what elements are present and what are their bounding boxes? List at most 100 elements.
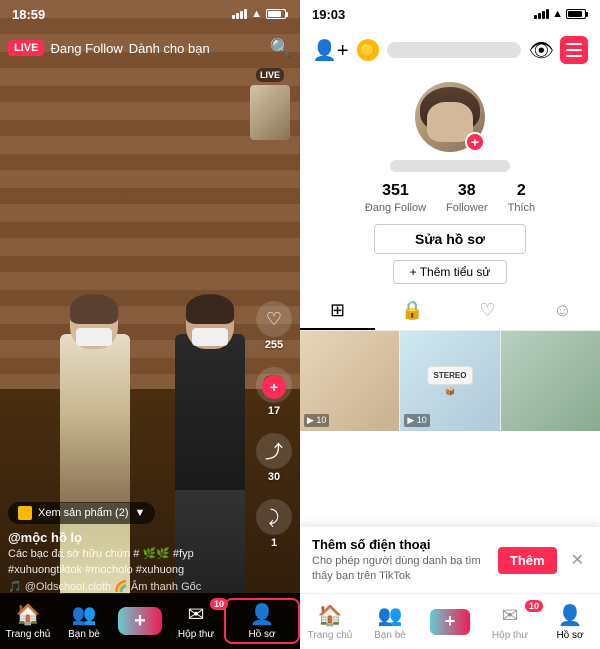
signal-right-icon (534, 9, 549, 19)
video-hashtags: Các bạc đá sờ hữu chứn # 🌿🌿 #fyp (8, 547, 250, 560)
avatar-plus-icon[interactable]: + (465, 132, 485, 152)
thumb-item-3[interactable] (501, 331, 600, 431)
status-time-left: 18:59 (12, 7, 45, 22)
add-phone-banner: Thêm số điện thoại Cho phép người dùng d… (300, 526, 600, 593)
followers-label: Follower (446, 202, 488, 214)
plus-icon: + (134, 610, 146, 633)
add-button-right[interactable]: + (430, 609, 470, 635)
tab-bar: ⊞ 🔒 ♡ ☺ (300, 292, 600, 331)
nav-profile-left[interactable]: 👤 Hồ sơ (224, 598, 300, 644)
status-icons-left: ▲ (232, 8, 288, 20)
nav-home-right[interactable]: 🏠 Trang chủ (300, 603, 360, 641)
top-bar-left: 👤+ 🟡 (312, 38, 379, 63)
home-icon: 🏠 (16, 602, 41, 627)
profile-icon: 👤 (250, 602, 275, 627)
coin-icon[interactable]: 🟡 (357, 39, 379, 61)
tab-tagged[interactable]: ☺ (525, 292, 600, 330)
followers-stat[interactable]: 38 Follower (446, 182, 488, 214)
likes-stat[interactable]: 2 Thích (508, 182, 536, 214)
save-button[interactable]: ⤸ 1 (256, 499, 292, 549)
live-corner-overlay: LIVE (250, 68, 290, 140)
username-field (387, 42, 521, 58)
video-duration-2: ▶ 10 (404, 414, 429, 427)
bottom-nav-left: 🏠 Trang chủ 👥 Bạn bè + ✉ Hộp thư 10 👤 Hồ… (0, 593, 300, 649)
lock-icon: 🔒 (401, 300, 423, 321)
add-bio-button[interactable]: + Thêm tiểu sử (393, 260, 508, 284)
thumb-stereo: STEREO 📦 (427, 366, 474, 396)
nav-friends-left[interactable]: 👥 Bạn bè (56, 602, 112, 640)
stats-row: 351 Đang Follow 38 Follower 2 Thích (365, 182, 535, 214)
add-phone-text: Thêm số điện thoại Cho phép người dùng d… (312, 537, 488, 583)
wifi-icon: ▲ (251, 8, 262, 20)
video-hashtags2: #xuhuongtiktok #mocholo #xuhuong (8, 564, 250, 576)
video-music: 🎵 @Oldschool.cloth 🌈 Âm thanh Gốc (8, 580, 250, 593)
signal-icon (232, 9, 247, 19)
right-panel: 19:03 ▲ 👤+ 🟡 👁 (300, 0, 600, 649)
menu-line-2 (566, 49, 582, 51)
battery-icon (266, 9, 288, 19)
following-count: 351 (382, 182, 409, 200)
live-mini-thumb[interactable] (250, 85, 290, 140)
nav-inbox-right-label: Hộp thư (492, 630, 528, 641)
tab-grid[interactable]: ⊞ (300, 292, 375, 330)
status-icons-right: ▲ (534, 8, 588, 20)
product-box: 📦 (427, 387, 474, 396)
person-right-head (186, 294, 234, 349)
inbox-right-icon: ✉ (502, 603, 519, 628)
nav-profile-right[interactable]: 👤 Hồ sơ (540, 603, 600, 641)
nav-inbox-right[interactable]: ✉ Hộp thư 10 (480, 603, 540, 641)
tab-liked[interactable]: ♡ (450, 292, 525, 330)
menu-button[interactable] (560, 36, 588, 64)
thumb-item-2[interactable]: STEREO 📦 ▶ 10 (400, 331, 499, 431)
nav-add-right[interactable]: + (420, 609, 480, 635)
top-bar-right-icons: 👁 (529, 36, 588, 64)
close-banner-button[interactable]: ✕ (567, 550, 588, 570)
person-right-mask (192, 328, 228, 346)
edit-profile-button[interactable]: Sửa hồ sơ (374, 224, 526, 254)
following-stat[interactable]: 351 Đang Follow (365, 182, 426, 214)
share-button[interactable]: ⤴ 30 (256, 433, 292, 483)
home-right-icon: 🏠 (318, 603, 343, 628)
eye-icon[interactable]: 👁 (529, 38, 554, 63)
share-count: 30 (268, 471, 280, 483)
like-count: 255 (265, 339, 283, 351)
nav-home-left[interactable]: 🏠 Trang chủ (0, 602, 56, 640)
plus-right-icon: + (445, 611, 456, 632)
nav-inbox-left[interactable]: ✉ Hộp thư 10 (168, 602, 224, 640)
add-user-icon[interactable]: 👤+ (312, 38, 349, 63)
profile-right-icon: 👤 (558, 603, 583, 628)
search-icon[interactable]: 🔍 (270, 38, 292, 59)
nav-home-right-label: Trang chủ (308, 630, 353, 641)
inbox-icon: ✉ (188, 602, 205, 627)
live-title: Dành cho bạn (129, 41, 210, 56)
thumb-item-1[interactable]: ▶ 10 (300, 331, 399, 431)
tab-lock[interactable]: 🔒 (375, 292, 450, 330)
share-icon[interactable]: ⤴ (256, 433, 292, 469)
product-banner[interactable]: Xem sản phẩm (2) ▼ (8, 502, 155, 524)
like-button[interactable]: ♡ 255 (256, 301, 292, 351)
product-text: Xem sản phẩm (2) (38, 507, 128, 519)
add-phone-button[interactable]: Thêm (498, 547, 557, 574)
nav-friends-right[interactable]: 👥 Bạn bè (360, 603, 420, 641)
friends-right-icon: 👥 (378, 603, 403, 628)
following-label: Đang Follow (365, 202, 426, 214)
live-username[interactable]: Đang Follow (50, 41, 122, 56)
top-bar-right: 👤+ 🟡 👁 (300, 28, 600, 72)
nav-add-left[interactable]: + (112, 607, 168, 635)
nav-home-label: Trang chủ (6, 629, 51, 640)
grid-icon: ⊞ (330, 300, 345, 321)
chevron-down-icon: ▼ (134, 507, 145, 519)
inbox-right-badge: 10 (525, 600, 543, 612)
add-phone-title: Thêm số điện thoại (312, 537, 488, 552)
likes-label: Thích (508, 202, 536, 214)
battery-right-icon (566, 9, 588, 19)
live-badge: LIVE (8, 40, 44, 56)
heart-icon[interactable]: ♡ (256, 301, 292, 337)
video-bottom-info: Xem sản phẩm (2) ▼ @mộc hồ lọ Các bạc đá… (8, 502, 250, 593)
left-panel: 18:59 ▲ LIVE Đang Follow Dành cho bạn 🔍 (0, 0, 300, 649)
add-button-left[interactable]: + (118, 607, 162, 635)
friends-icon: 👥 (72, 602, 97, 627)
nav-friends-label: Bạn bè (68, 629, 100, 640)
save-icon[interactable]: ⤸ (256, 499, 292, 535)
menu-line-3 (566, 55, 582, 57)
